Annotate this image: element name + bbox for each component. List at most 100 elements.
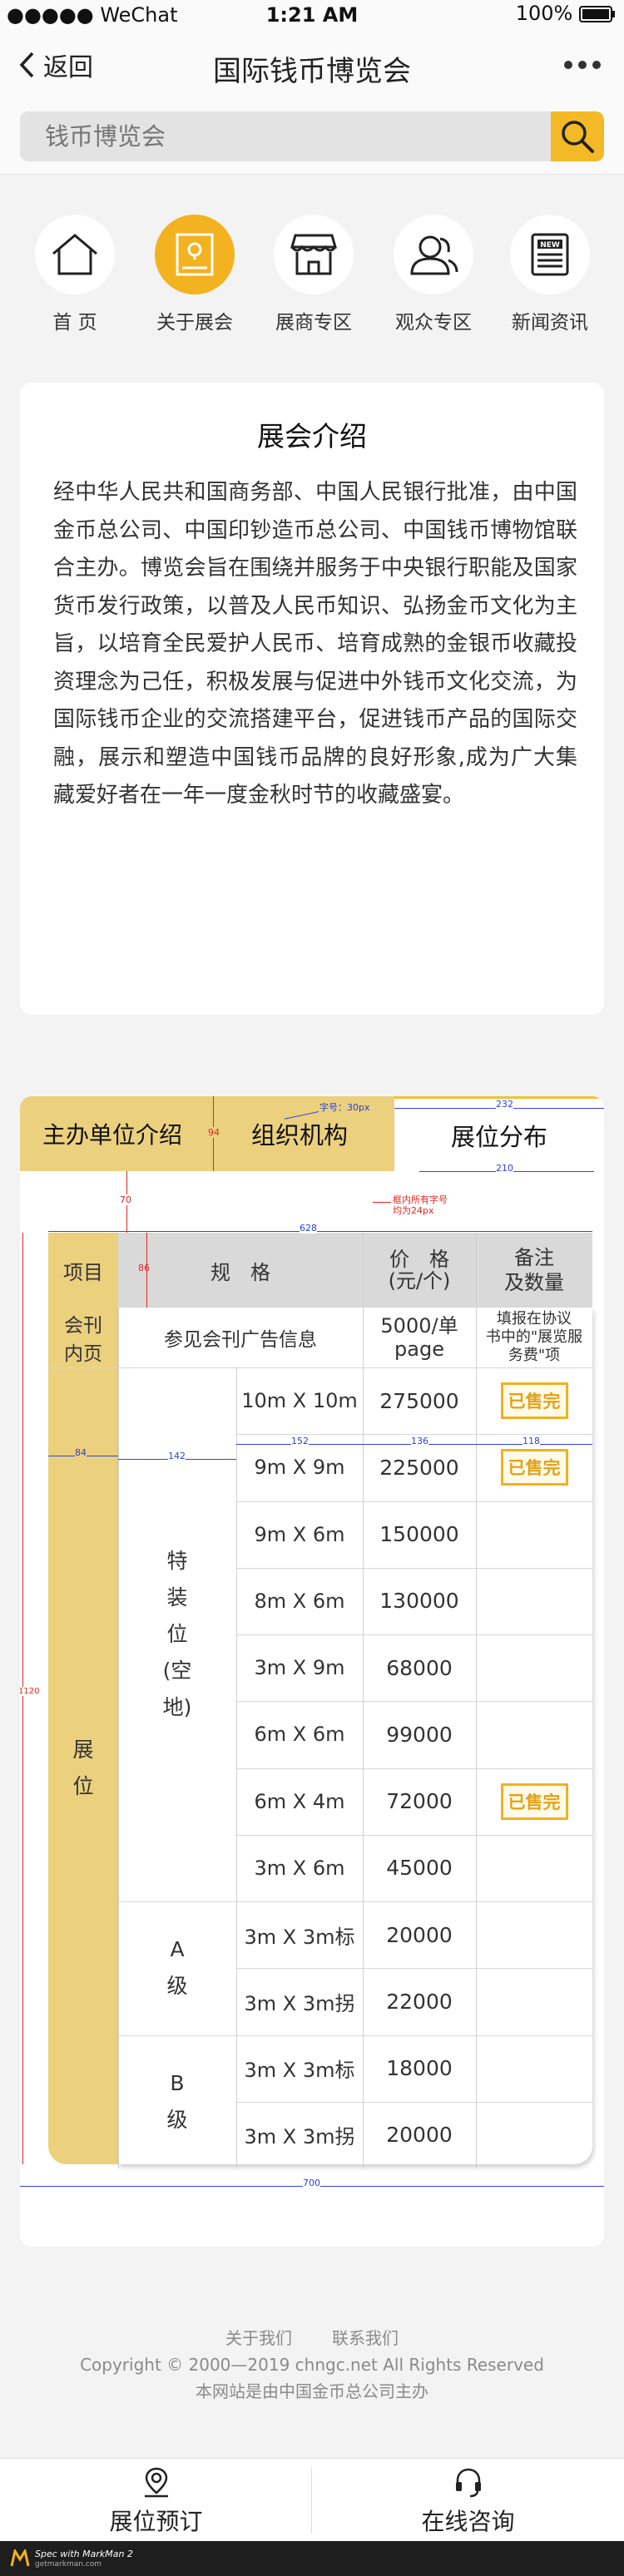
battery-label: 100% bbox=[516, 2, 616, 25]
quick-nav-exhibitors[interactable]: 展商专区 bbox=[260, 215, 368, 334]
markman-logo-icon bbox=[10, 2549, 30, 2567]
header-item: 项目 bbox=[63, 1260, 103, 1284]
annotation-152: 152 bbox=[291, 1436, 309, 1446]
booth-table: 项目 规 格 价 格 (元/个) 备注 及数量会刊 内页 参见会刊广告信息 5000/单 … bbox=[20, 1096, 604, 2247]
booth-spec: 10m X 10m bbox=[241, 1389, 358, 1413]
booth-spec: 3m X 9m bbox=[254, 1656, 345, 1680]
booth-price: 72000 bbox=[386, 1789, 453, 1814]
header-note: 备注 及数量 bbox=[504, 1246, 564, 1294]
table-divider bbox=[118, 2035, 236, 2036]
group-special: 特 装 位 (空 地) bbox=[162, 1549, 192, 1719]
booth-price: 275000 bbox=[379, 1388, 459, 1413]
annotation-line bbox=[48, 1231, 592, 1232]
table-divider bbox=[236, 1968, 592, 1970]
intro-body: 经中华人民共和国商务部、中国人民银行批准，由中国金币总公司、中国印钞造币总公司、… bbox=[53, 480, 577, 808]
booth-spec: 3m X 3m拐 bbox=[244, 2125, 355, 2149]
sold-out-badge: 已售完 bbox=[500, 1782, 568, 1820]
annotation-94: 94 bbox=[208, 1127, 220, 1138]
annotation-136: 136 bbox=[411, 1436, 428, 1446]
battery-icon bbox=[579, 6, 615, 22]
store-icon-circle bbox=[274, 215, 354, 294]
table-divider bbox=[236, 1901, 592, 1902]
home-icon-circle bbox=[35, 215, 115, 294]
magazine-label: 会刊 内页 bbox=[64, 1315, 102, 1365]
magazine-price: 5000/单 page bbox=[380, 1314, 458, 1361]
footer-about-link[interactable]: 关于我们 bbox=[225, 2328, 292, 2348]
status-bar: ●●●●● WeChat 1:21 AM 100% bbox=[0, 0, 624, 33]
table-divider bbox=[236, 1567, 592, 1569]
booth-price: 99000 bbox=[386, 1722, 453, 1747]
group-a: A 级 bbox=[166, 1937, 188, 1999]
online-consult-button[interactable]: 在线咨询 bbox=[312, 2459, 624, 2542]
home-icon bbox=[52, 234, 97, 275]
table-divider bbox=[476, 1233, 477, 1308]
more-menu-icon[interactable] bbox=[558, 57, 601, 72]
quick-nav-label: 新闻资讯 bbox=[512, 312, 588, 334]
search-box bbox=[20, 111, 604, 161]
quick-nav-visitors[interactable]: 观众专区 bbox=[379, 215, 488, 334]
booth-price: 150000 bbox=[379, 1522, 459, 1547]
booth-note: 已售完 bbox=[476, 1367, 592, 1434]
booth-card: 主办单位介绍 组织机构 展位分布 项目规 格价 格 (元/个) 备注 及数量 会刊 … bbox=[20, 1096, 604, 2247]
booth-note bbox=[476, 1501, 592, 1568]
footer-contact-link[interactable]: 联系我们 bbox=[332, 2328, 399, 2348]
annotation-628: 628 bbox=[300, 1223, 317, 1234]
about-icon-circle bbox=[155, 215, 235, 294]
table-divider bbox=[236, 1634, 592, 1635]
annotation-118: 118 bbox=[522, 1436, 540, 1446]
booth-spec: 6m X 4m bbox=[254, 1789, 345, 1813]
magazine-note: 填报在协议 书中的"展览服 务费"项 bbox=[485, 1310, 583, 1364]
news-icon-circle: NEW bbox=[510, 215, 590, 294]
search-button[interactable] bbox=[551, 111, 604, 161]
quick-nav-about[interactable]: 关于展会 bbox=[141, 215, 249, 334]
users-icon bbox=[410, 235, 458, 275]
table-divider bbox=[118, 1308, 119, 2168]
footer-host: 本网站是由中国金币总公司主办 bbox=[196, 2381, 428, 2401]
search-input[interactable] bbox=[20, 111, 536, 161]
booth-price: 68000 bbox=[386, 1655, 453, 1680]
booth-price: 20000 bbox=[386, 2123, 453, 2148]
headset-icon bbox=[455, 2468, 481, 2498]
booth-booking-button[interactable]: 展位预订 bbox=[0, 2459, 312, 2542]
annotation-210: 210 bbox=[496, 1163, 513, 1174]
image-icon bbox=[176, 233, 214, 276]
intro-card: 展会介绍 经中华人民共和国商务部、中国人民银行批准，由中国金币总公司、中国印钞造… bbox=[20, 383, 604, 1015]
booth-spec: 3m X 3m标 bbox=[244, 1925, 355, 1949]
table-divider bbox=[236, 1701, 592, 1703]
quick-nav-label: 首 页 bbox=[52, 312, 97, 334]
header-price: 价 格 (元/个) bbox=[388, 1248, 451, 1293]
magazine-spec: 参见会刊广告信息 bbox=[164, 1329, 317, 1351]
booth-note bbox=[476, 2102, 592, 2168]
search-icon bbox=[562, 121, 594, 153]
sold-out-badge: 已售完 bbox=[500, 1382, 568, 1420]
table-divider bbox=[476, 1308, 477, 2168]
booth-note bbox=[476, 2035, 592, 2102]
group-b: B 级 bbox=[166, 2070, 188, 2132]
annotation-232: 232 bbox=[496, 1099, 513, 1110]
quick-nav: 首 页 关于展会 展商专区 观众专区 NEW 新闻资讯 bbox=[0, 215, 624, 334]
quick-nav-news[interactable]: NEW 新闻资讯 bbox=[496, 215, 604, 334]
sold-out-badge: 已售完 bbox=[500, 1449, 568, 1486]
booth-spec: 9m X 6m bbox=[254, 1522, 345, 1546]
table-divider bbox=[363, 1233, 364, 1308]
footer: 关于我们 联系我们 Copyright © 2000—2019 chngc.net… bbox=[0, 2325, 624, 2405]
news-icon: NEW bbox=[531, 233, 569, 276]
quick-nav-label: 观众专区 bbox=[395, 312, 472, 334]
booth-note bbox=[476, 1901, 592, 1968]
booth-note bbox=[476, 1634, 592, 1701]
booth-price: 130000 bbox=[379, 1589, 459, 1614]
booth-spec: 8m X 6m bbox=[254, 1589, 345, 1613]
annotation-font-note: 字号：30px bbox=[319, 1102, 370, 1113]
booth-spec: 3m X 3m拐 bbox=[244, 1991, 355, 2015]
table-divider bbox=[236, 2101, 592, 2103]
header-spec: 规 格 bbox=[210, 1260, 270, 1284]
table-divider bbox=[118, 1901, 236, 1902]
annotation-70: 70 bbox=[120, 1194, 131, 1205]
booth-price: 20000 bbox=[386, 1922, 453, 1947]
store-icon bbox=[290, 234, 337, 275]
quick-nav-home[interactable]: 首 页 bbox=[21, 215, 129, 334]
annotation-84: 84 bbox=[75, 1447, 87, 1458]
page-title: 国际钱币博览会 bbox=[213, 55, 411, 88]
booth-spec: 3m X 6m bbox=[254, 1856, 345, 1880]
annotation-box-note: 框内所有字号 均为24px bbox=[393, 1194, 448, 1216]
